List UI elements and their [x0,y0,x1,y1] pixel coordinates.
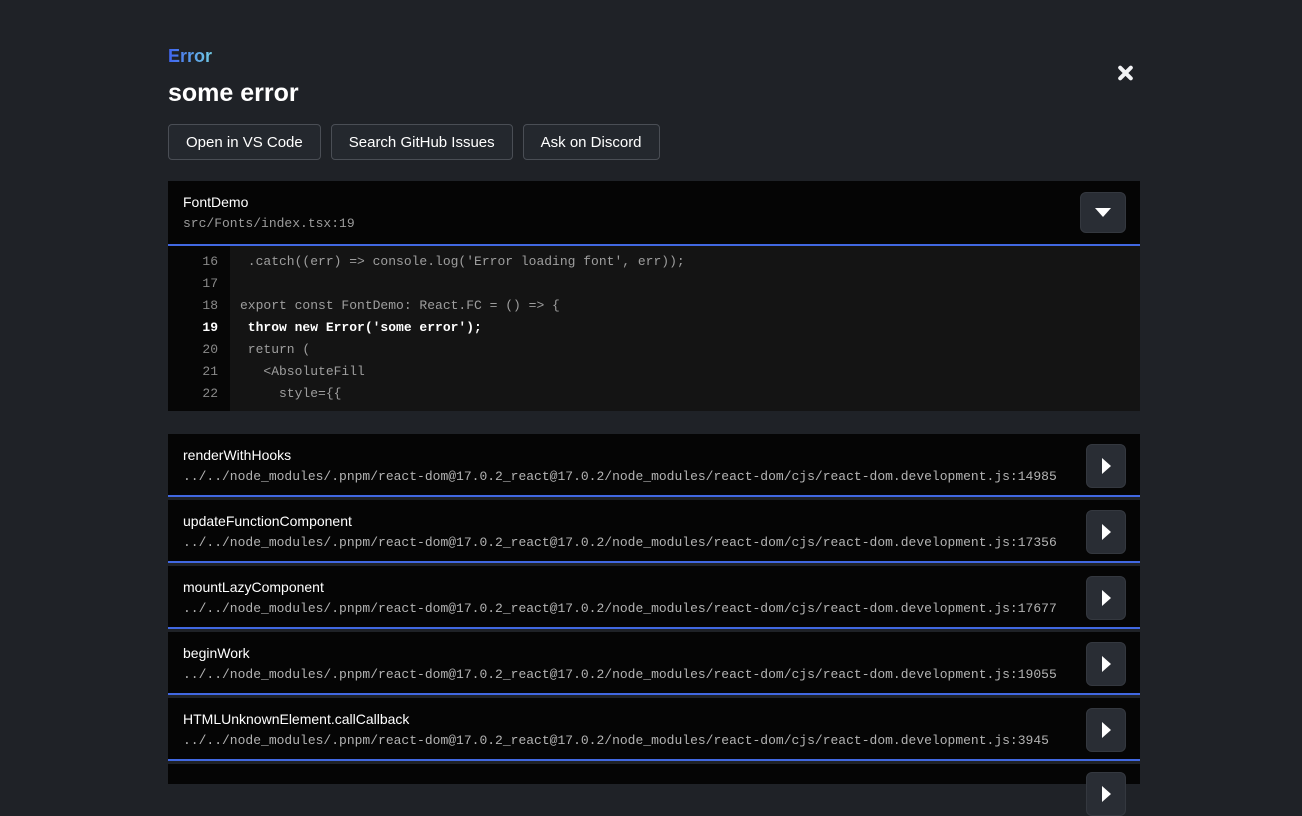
code-line: 18 export const FontDemo: React.FC = () … [168,295,1140,317]
line-number: 19 [168,317,230,339]
line-number: 18 [168,295,230,317]
stack-frame-path: ../../node_modules/.pnpm/react-dom@17.0.… [183,469,1070,484]
line-source: .catch((err) => console.log('Error loadi… [230,251,685,273]
line-number: 17 [168,273,230,295]
stack-frame-list: renderWithHooks ../../node_modules/.pnpm… [168,434,1140,784]
code-line: 17 [168,273,1140,295]
code-line: 16 .catch((err) => console.log('Error lo… [168,251,1140,273]
stack-frame: renderWithHooks ../../node_modules/.pnpm… [168,434,1140,497]
code-line: 22 style={{ [168,383,1140,405]
stack-frame: HTMLUnknownElement.callCallback ../../no… [168,698,1140,761]
line-source: style={{ [230,383,341,405]
expand-stack-frame-button[interactable] [1086,510,1126,554]
code-frame: FontDemo src/Fonts/index.tsx:19 16 .catc… [168,181,1140,411]
line-number: 22 [168,383,230,405]
ask-on-discord-button[interactable]: Ask on Discord [523,124,660,160]
error-kicker: Error [168,46,212,66]
stack-frame: beginWork ../../node_modules/.pnpm/react… [168,632,1140,695]
open-in-vscode-button[interactable]: Open in VS Code [168,124,321,160]
play-icon [1102,786,1111,802]
line-source: <AbsoluteFill [230,361,365,383]
stack-frame: mountLazyComponent ../../node_modules/.p… [168,566,1140,629]
line-source: return ( [230,339,310,361]
overlay-content: Error some error Open in VS Code Search … [168,0,1140,784]
expand-stack-frame-button[interactable] [1086,642,1126,686]
line-number: 21 [168,361,230,383]
line-source: export const FontDemo: React.FC = () => … [230,295,560,317]
stack-frame-path: ../../node_modules/.pnpm/react-dom@17.0.… [183,733,1070,748]
stack-frame-name: beginWork [183,632,1070,662]
search-github-issues-button[interactable]: Search GitHub Issues [331,124,513,160]
error-overlay: Error some error Open in VS Code Search … [0,0,1302,776]
play-icon [1102,458,1111,474]
expand-stack-frame-button[interactable] [1086,708,1126,752]
stack-frame-name: HTMLUnknownElement.callCallback [183,698,1070,728]
line-number: 20 [168,339,230,361]
stack-frame: updateFunctionComponent ../../node_modul… [168,500,1140,563]
error-title: some error [168,79,1140,107]
expand-stack-frame-button[interactable] [1086,576,1126,620]
action-bar: Open in VS Code Search GitHub Issues Ask… [168,124,1140,160]
stack-frame-name: updateFunctionComponent [183,500,1070,530]
collapse-code-frame-button[interactable] [1080,192,1126,233]
code-block: 16 .catch((err) => console.log('Error lo… [168,246,1140,411]
stack-frame-path: ../../node_modules/.pnpm/react-dom@17.0.… [183,535,1070,550]
code-line: 21 <AbsoluteFill [168,361,1140,383]
line-number: 16 [168,251,230,273]
stack-frame-path: ../../node_modules/.pnpm/react-dom@17.0.… [183,667,1070,682]
code-line: 20 return ( [168,339,1140,361]
expand-stack-frame-button[interactable] [1086,772,1126,816]
play-icon [1102,524,1111,540]
stack-frame-partial [168,764,1140,784]
code-line-highlighted: 19 throw new Error('some error'); [168,317,1140,339]
expand-stack-frame-button[interactable] [1086,444,1126,488]
stack-frame-name: mountLazyComponent [183,566,1070,596]
line-source [230,273,240,295]
stack-frame-path: ../../node_modules/.pnpm/react-dom@17.0.… [183,601,1070,616]
code-frame-location: src/Fonts/index.tsx:19 [183,216,1070,231]
chevron-down-icon [1095,208,1111,217]
play-icon [1102,656,1111,672]
stack-frame-name: renderWithHooks [183,434,1070,464]
line-source: throw new Error('some error'); [230,317,482,339]
play-icon [1102,590,1111,606]
code-frame-function-name: FontDemo [183,194,1070,211]
code-frame-header: FontDemo src/Fonts/index.tsx:19 [168,181,1140,246]
play-icon [1102,722,1111,738]
